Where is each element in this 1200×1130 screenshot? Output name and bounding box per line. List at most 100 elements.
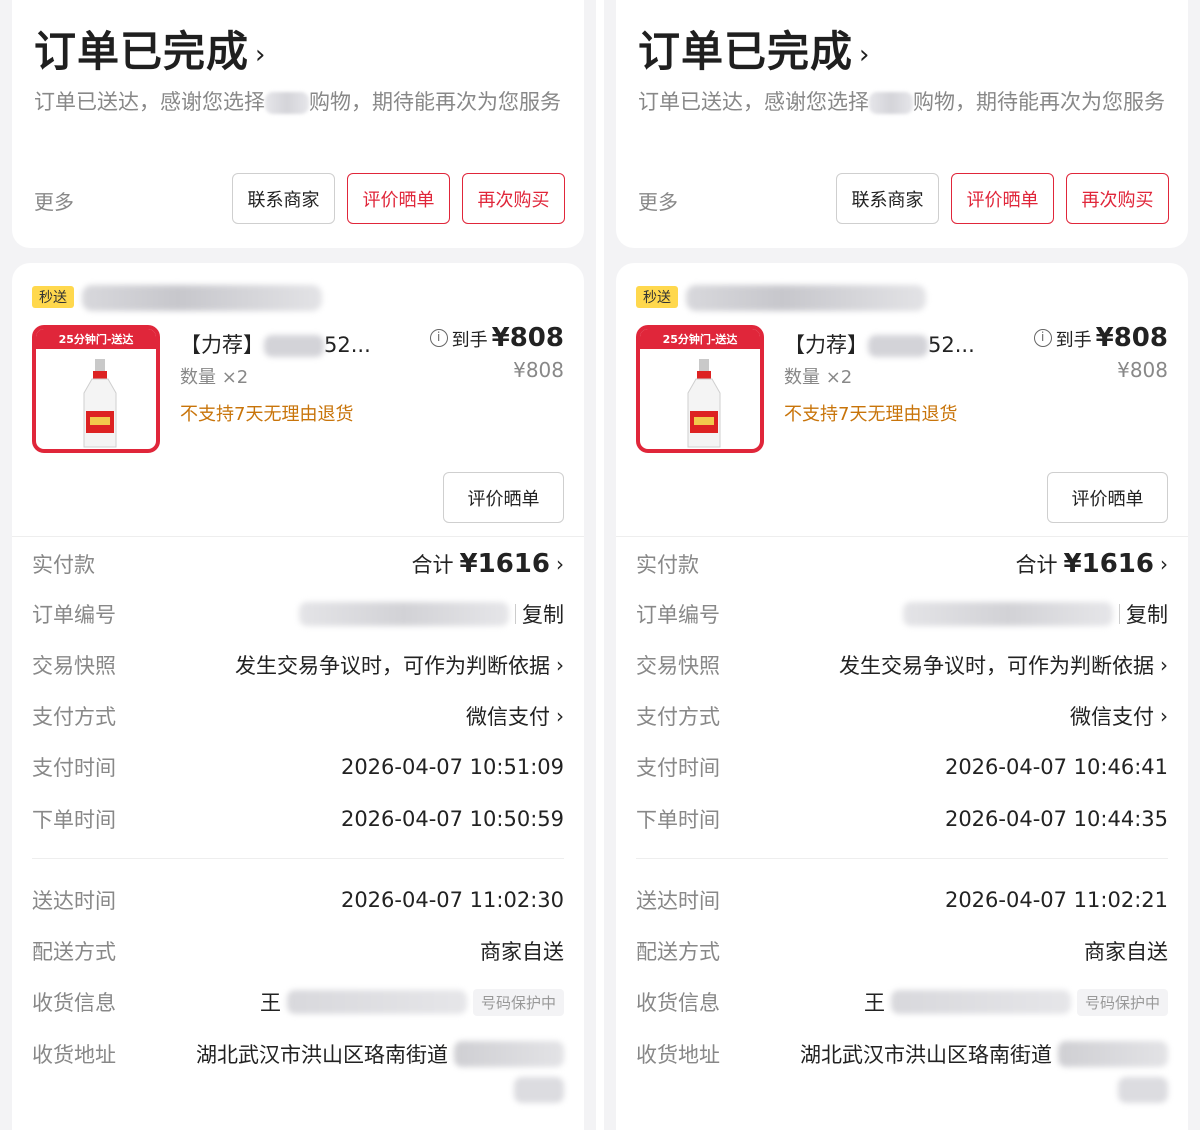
redacted-store-name bbox=[869, 92, 913, 114]
product-thumbnail[interactable]: 25分钟门-送达 bbox=[636, 325, 764, 453]
express-tag: 秒送 bbox=[636, 286, 678, 308]
snapshot-text: 发生交易争议时，可作为判断依据 bbox=[235, 654, 550, 678]
total-label: 实付款 bbox=[636, 553, 699, 577]
order-status-title[interactable]: 订单已完成 › bbox=[34, 18, 266, 79]
payment-method-label: 支付方式 bbox=[32, 705, 116, 729]
status-desc-prefix: 订单已送达，感谢您选择 bbox=[638, 90, 869, 114]
redacted-receiver-phone bbox=[286, 990, 467, 1014]
address-text: 湖北武汉市洪山区珞南街道 bbox=[196, 1043, 448, 1067]
shipping-method-row: 配送方式 商家自送 bbox=[32, 936, 564, 966]
delivery-time-row: 送达时间 2026-04-07 11:02:21 bbox=[636, 885, 1168, 915]
redacted-receiver-phone bbox=[890, 990, 1071, 1014]
payment-method-text: 微信支付 bbox=[1070, 705, 1154, 729]
total-row[interactable]: 实付款 合计 ¥1616 › bbox=[636, 549, 1168, 579]
shipping-method-label: 配送方式 bbox=[32, 940, 116, 964]
chevron-right-icon: › bbox=[556, 552, 564, 576]
redacted-store-link[interactable] bbox=[686, 285, 926, 311]
product-name[interactable]: 【力荐】 52... bbox=[784, 329, 975, 359]
more-link[interactable]: 更多 bbox=[34, 186, 74, 215]
final-price-label: 到手 bbox=[1055, 330, 1092, 351]
status-desc-prefix: 订单已送达，感谢您选择 bbox=[34, 90, 265, 114]
copy-button[interactable]: 复制 bbox=[1126, 599, 1168, 629]
address-text: 湖北武汉市洪山区珞南街道 bbox=[800, 1043, 1052, 1067]
redacted-address-detail bbox=[454, 1041, 564, 1067]
delivery-time-label: 送达时间 bbox=[32, 889, 116, 913]
receiver-name: 王 bbox=[259, 991, 281, 1015]
redacted-store-link[interactable] bbox=[82, 285, 322, 311]
redacted-address-detail bbox=[1058, 1041, 1168, 1067]
delivery-time-label: 送达时间 bbox=[636, 889, 720, 913]
total-value: 合计 ¥1616 › bbox=[412, 549, 564, 579]
redacted-order-number bbox=[299, 602, 509, 626]
product-name-suffix: 52... bbox=[324, 333, 371, 357]
address-value: 湖北武汉市洪山区珞南街道 bbox=[196, 1039, 564, 1103]
panel-separator bbox=[596, 0, 604, 1130]
contact-merchant-button[interactable]: 联系商家 bbox=[836, 173, 939, 224]
delivery-badge: 25分钟门-送达 bbox=[640, 329, 760, 349]
review-button[interactable]: 评价晒单 bbox=[347, 173, 450, 224]
section-divider bbox=[32, 858, 564, 859]
product-thumbnail[interactable]: 25分钟门-送达 bbox=[32, 325, 160, 453]
final-price-amount: ¥808 bbox=[1095, 323, 1168, 353]
copy-button[interactable]: 复制 bbox=[522, 599, 564, 629]
contact-merchant-button[interactable]: 联系商家 bbox=[232, 173, 335, 224]
receiver-value: 王 号码保护中 bbox=[864, 987, 1168, 1017]
baijiu-bottle-icon bbox=[83, 359, 117, 448]
product-review-button[interactable]: 评价晒单 bbox=[443, 472, 564, 523]
return-policy-notice: 不支持7天无理由退货 bbox=[784, 404, 958, 425]
order-status-title[interactable]: 订单已完成 › bbox=[638, 18, 870, 79]
snapshot-label: 交易快照 bbox=[636, 654, 720, 678]
more-link[interactable]: 更多 bbox=[638, 186, 678, 215]
payment-time-value: 2026-04-07 10:46:41 bbox=[944, 755, 1168, 779]
rebuy-button[interactable]: 再次购买 bbox=[462, 173, 565, 224]
section-divider bbox=[12, 536, 584, 537]
product-name[interactable]: 【力荐】 52... bbox=[180, 329, 371, 359]
redacted-order-number bbox=[903, 602, 1113, 626]
payment-time-row: 支付时间 2026-04-07 10:51:09 bbox=[32, 752, 564, 782]
snapshot-row[interactable]: 交易快照 发生交易争议时，可作为判断依据 › bbox=[636, 650, 1168, 680]
payment-method-row[interactable]: 支付方式 微信支付 › bbox=[636, 701, 1168, 731]
final-price-amount: ¥808 bbox=[491, 323, 564, 353]
status-desc-suffix: 购物，期待能再次为您服务 bbox=[309, 90, 561, 114]
payment-method-row[interactable]: 支付方式 微信支付 › bbox=[32, 701, 564, 731]
unit-price: ¥808 bbox=[1117, 358, 1168, 382]
delivery-badge: 25分钟门-送达 bbox=[36, 329, 156, 349]
receiver-value: 王 号码保护中 bbox=[260, 987, 564, 1017]
order-detail-card: 秒送 25分钟门-送达 【力荐】 52... 数量 ×2 不支持7天无理由退货 i… bbox=[616, 263, 1188, 1130]
payment-time-label: 支付时间 bbox=[32, 756, 116, 780]
snapshot-text: 发生交易争议时，可作为判断依据 bbox=[839, 654, 1154, 678]
payment-time-value: 2026-04-07 10:51:09 bbox=[340, 755, 564, 779]
snapshot-row[interactable]: 交易快照 发生交易争议时，可作为判断依据 › bbox=[32, 650, 564, 680]
rebuy-button[interactable]: 再次购买 bbox=[1066, 173, 1169, 224]
total-row[interactable]: 实付款 合计 ¥1616 › bbox=[32, 549, 564, 579]
review-button[interactable]: 评价晒单 bbox=[951, 173, 1054, 224]
info-circle-icon[interactable]: i bbox=[429, 329, 448, 347]
info-circle-icon[interactable]: i bbox=[1033, 329, 1052, 347]
final-price-label: 到手 bbox=[451, 330, 488, 351]
receiver-label: 收货信息 bbox=[32, 991, 116, 1015]
order-status-card: 订单已完成 › 订单已送达，感谢您选择 购物，期待能再次为您服务 更多 联系商家 评… bbox=[616, 0, 1188, 248]
chevron-right-icon: › bbox=[1160, 653, 1168, 677]
order-number-label: 订单编号 bbox=[32, 603, 116, 627]
delivery-time-row: 送达时间 2026-04-07 11:02:30 bbox=[32, 885, 564, 915]
number-protection-badge: 号码保护中 bbox=[1076, 988, 1168, 1016]
total-amount: ¥1616 bbox=[459, 549, 550, 579]
product-review-button[interactable]: 评价晒单 bbox=[1047, 472, 1168, 523]
delivery-time-value: 2026-04-07 11:02:30 bbox=[340, 888, 564, 912]
snapshot-value: 发生交易争议时，可作为判断依据 › bbox=[839, 650, 1168, 680]
address-value: 湖北武汉市洪山区珞南街道 bbox=[800, 1039, 1168, 1103]
chevron-right-icon: › bbox=[1160, 704, 1168, 728]
status-title-text: 订单已完成 bbox=[638, 27, 854, 76]
chevron-right-icon: › bbox=[255, 39, 267, 70]
total-label: 实付款 bbox=[32, 553, 95, 577]
receiver-name: 王 bbox=[863, 991, 885, 1015]
total-prefix: 合计 bbox=[1015, 553, 1058, 577]
order-status-card: 订单已完成 › 订单已送达，感谢您选择 购物，期待能再次为您服务 更多 联系商家 评… bbox=[12, 0, 584, 248]
baijiu-bottle-icon bbox=[687, 359, 721, 448]
redacted-product-name bbox=[868, 335, 928, 357]
status-desc-suffix: 购物，期待能再次为您服务 bbox=[913, 90, 1165, 114]
snapshot-value: 发生交易争议时，可作为判断依据 › bbox=[235, 650, 564, 680]
address-row: 收货地址 湖北武汉市洪山区珞南街道 bbox=[32, 1039, 564, 1103]
redacted-product-name bbox=[264, 335, 324, 357]
chevron-right-icon: › bbox=[1160, 552, 1168, 576]
